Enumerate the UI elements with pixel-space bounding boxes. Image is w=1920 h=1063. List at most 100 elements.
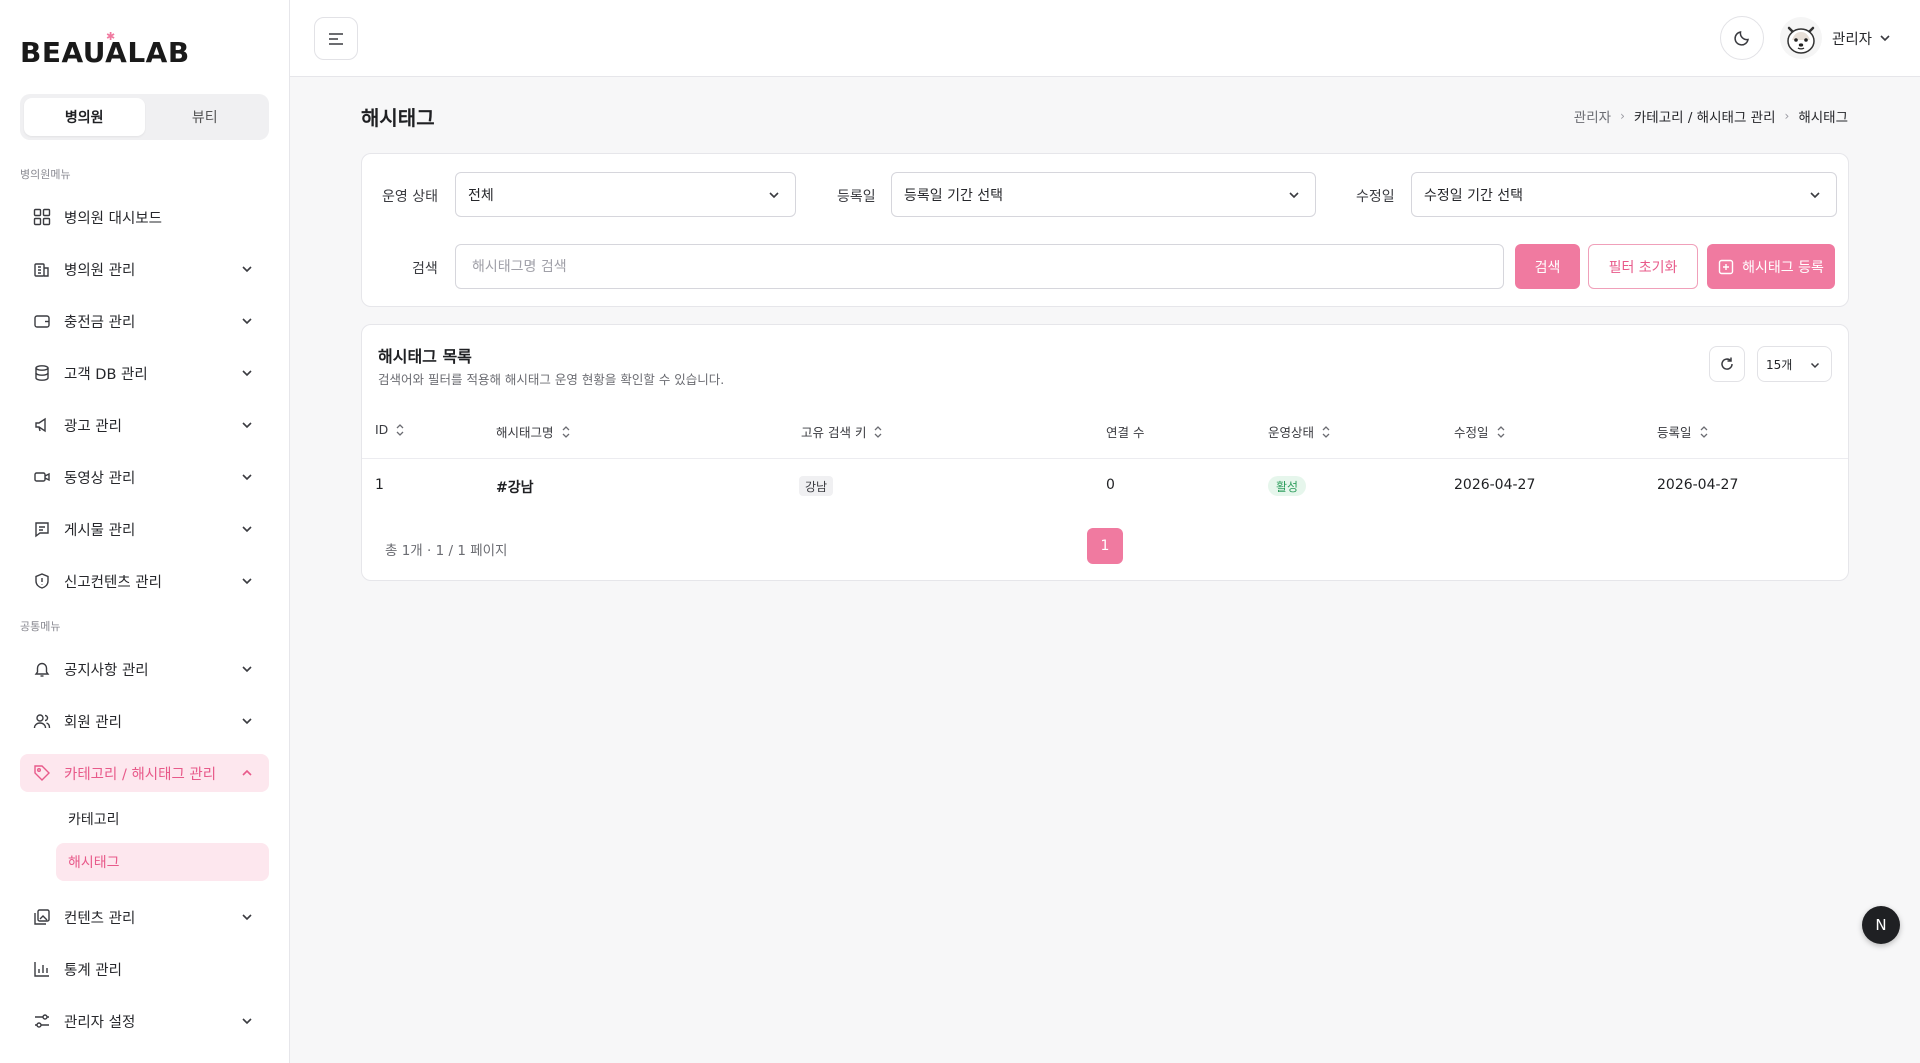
- reset-filter-button[interactable]: 필터 초기화: [1588, 244, 1698, 289]
- type-segment: 병의원 뷰티: [20, 94, 269, 140]
- shield-icon: [32, 571, 52, 591]
- sort-icon: [562, 425, 569, 438]
- chevron-down-icon: [1810, 192, 1820, 199]
- sidebar-item-ads[interactable]: 광고 관리: [20, 406, 269, 444]
- sidebar-item-dashboard[interactable]: 병의원 대시보드: [20, 198, 269, 236]
- breadcrumb-admin[interactable]: 관리자: [1574, 106, 1611, 126]
- chevron-down-icon: [769, 192, 779, 199]
- sidebar-item-charge[interactable]: 충전금 관리: [20, 302, 269, 340]
- sidebar-item-reports[interactable]: 신고컨텐츠 관리: [20, 562, 269, 600]
- chevron-down-icon: [242, 474, 252, 481]
- create-hashtag-button[interactable]: 해시태그 등록: [1707, 244, 1835, 289]
- chevron-down-icon: [1289, 192, 1299, 199]
- column-header-status[interactable]: 운영상태: [1268, 422, 1332, 441]
- per-page-value: 15개: [1766, 357, 1793, 372]
- updated-filter-label: 수정일: [1356, 189, 1395, 205]
- menu-toggle-button[interactable]: [314, 17, 358, 60]
- sort-icon: [1497, 425, 1504, 438]
- plus-square-icon: [1718, 259, 1734, 274]
- grid-icon: [32, 207, 52, 227]
- building-icon: [32, 259, 52, 279]
- updated-date-select[interactable]: 수정일 기간 선택: [1411, 172, 1837, 217]
- sidebar-item-label: 공지사항 관리: [64, 662, 149, 679]
- sidebar-item-video[interactable]: 동영상 관리: [20, 458, 269, 496]
- breadcrumb-chevron-icon: ›: [1784, 109, 1790, 123]
- page-button-1[interactable]: 1: [1087, 528, 1123, 564]
- column-header-updated[interactable]: 수정일: [1454, 422, 1507, 441]
- database-icon: [32, 363, 52, 383]
- chevron-down-icon: [242, 526, 252, 533]
- dog-avatar-icon: [1787, 26, 1815, 54]
- cell-hashtag-name[interactable]: #강남: [496, 477, 534, 497]
- floating-n-button[interactable]: N: [1862, 906, 1900, 944]
- sidebar-subitem-category[interactable]: 카테고리: [56, 800, 269, 838]
- sidebar-subitem-hashtag[interactable]: 해시태그: [56, 843, 269, 881]
- sidebar-item-content[interactable]: 컨텐츠 관리: [20, 898, 269, 936]
- hashtag-list-card: 해시태그 목록 검색어와 필터를 적용해 해시태그 운영 현황을 확인할 수 있…: [361, 324, 1849, 581]
- sidebar-item-label: 카테고리 / 해시태그 관리: [64, 766, 217, 783]
- refresh-icon: [1721, 357, 1733, 370]
- message-icon: [32, 519, 52, 539]
- column-header-label: 해시태그명: [496, 425, 554, 440]
- sidebar-item-notice[interactable]: 공지사항 관리: [20, 650, 269, 688]
- per-page-select[interactable]: 15개: [1757, 346, 1832, 382]
- avatar: [1780, 17, 1822, 59]
- column-header-name[interactable]: 해시태그명: [496, 422, 572, 441]
- sidebar-item-stats[interactable]: 통계 관리: [20, 950, 269, 988]
- sidebar-item-label: 게시물 관리: [64, 522, 136, 539]
- chevron-down-icon: [242, 370, 252, 377]
- sidebar-item-customer-db[interactable]: 고객 DB 관리: [20, 354, 269, 392]
- sidebar-item-clinic[interactable]: 병의원 관리: [20, 250, 269, 288]
- created-date-value: 등록일 기간 선택: [904, 187, 1004, 204]
- theme-toggle-button[interactable]: [1720, 16, 1764, 60]
- chevron-down-icon: [1810, 362, 1820, 369]
- sidebar-item-label: 광고 관리: [64, 418, 122, 435]
- created-filter-label: 등록일: [837, 189, 876, 205]
- sidebar-item-label: 충전금 관리: [64, 314, 136, 331]
- logo-text: BEAUALAB: [20, 35, 190, 69]
- segment-beauty[interactable]: 뷰티: [145, 98, 266, 136]
- sidebar-item-label: 신고컨텐츠 관리: [64, 574, 162, 591]
- megaphone-icon: [32, 415, 52, 435]
- sort-icon: [874, 425, 882, 438]
- column-header-label: 연결 수: [1106, 425, 1145, 440]
- tag-icon: [32, 763, 52, 783]
- segment-clinic[interactable]: 병의원: [24, 98, 145, 136]
- list-subtitle: 검색어와 필터를 적용해 해시태그 운영 현황을 확인할 수 있습니다.: [378, 372, 725, 387]
- breadcrumb-category-hashtag[interactable]: 카테고리 / 해시태그 관리: [1634, 106, 1776, 126]
- menu-icon: [329, 32, 343, 45]
- user-menu[interactable]: 관리자: [1780, 17, 1892, 59]
- sidebar: BEAUALAB ✱ 병의원 뷰티 병의원메뉴 병의원 대시보드 병의원 관리 …: [0, 0, 290, 1063]
- status-filter-select[interactable]: 전체: [455, 172, 796, 217]
- sidebar-item-admin-settings[interactable]: 관리자 설정: [20, 1002, 269, 1040]
- cell-created-date: 2026-04-27: [1657, 477, 1739, 493]
- chevron-down-icon: [242, 422, 252, 429]
- section-label-common: 공통메뉴: [20, 620, 61, 633]
- logo[interactable]: BEAUALAB ✱: [20, 30, 190, 72]
- video-icon: [32, 467, 52, 487]
- status-filter-value: 전체: [468, 187, 494, 204]
- created-date-select[interactable]: 등록일 기간 선택: [891, 172, 1316, 217]
- sidebar-item-posts[interactable]: 게시물 관리: [20, 510, 269, 548]
- sidebar-item-category-hashtag[interactable]: 카테고리 / 해시태그 관리: [20, 754, 269, 792]
- chevron-down-icon: [242, 266, 252, 273]
- chevron-down-icon: [242, 578, 252, 585]
- filter-card: 운영 상태 전체 등록일 등록일 기간 선택 수정일 수정일 기간 선택 검색 …: [361, 153, 1849, 307]
- column-header-created[interactable]: 등록일: [1657, 422, 1710, 441]
- sidebar-item-label: 병의원 대시보드: [64, 210, 162, 227]
- cell-updated-date: 2026-04-27: [1454, 477, 1536, 493]
- users-icon: [32, 711, 52, 731]
- pagination-info: 총 1개 · 1 / 1 페이지: [385, 543, 508, 559]
- sort-icon: [396, 423, 404, 436]
- create-hashtag-label: 해시태그 등록: [1742, 259, 1824, 276]
- chevron-down-icon: [242, 1018, 252, 1025]
- sidebar-item-members[interactable]: 회원 관리: [20, 702, 269, 740]
- moon-icon: [1734, 31, 1749, 46]
- refresh-button[interactable]: [1709, 346, 1745, 382]
- search-input[interactable]: [455, 244, 1504, 289]
- sidebar-item-label: 고객 DB 관리: [64, 366, 148, 383]
- search-button[interactable]: 검색: [1515, 244, 1580, 289]
- column-header-id[interactable]: ID: [375, 422, 406, 437]
- sort-icon: [1700, 425, 1707, 438]
- column-header-search-key[interactable]: 고유 검색 키: [801, 422, 884, 441]
